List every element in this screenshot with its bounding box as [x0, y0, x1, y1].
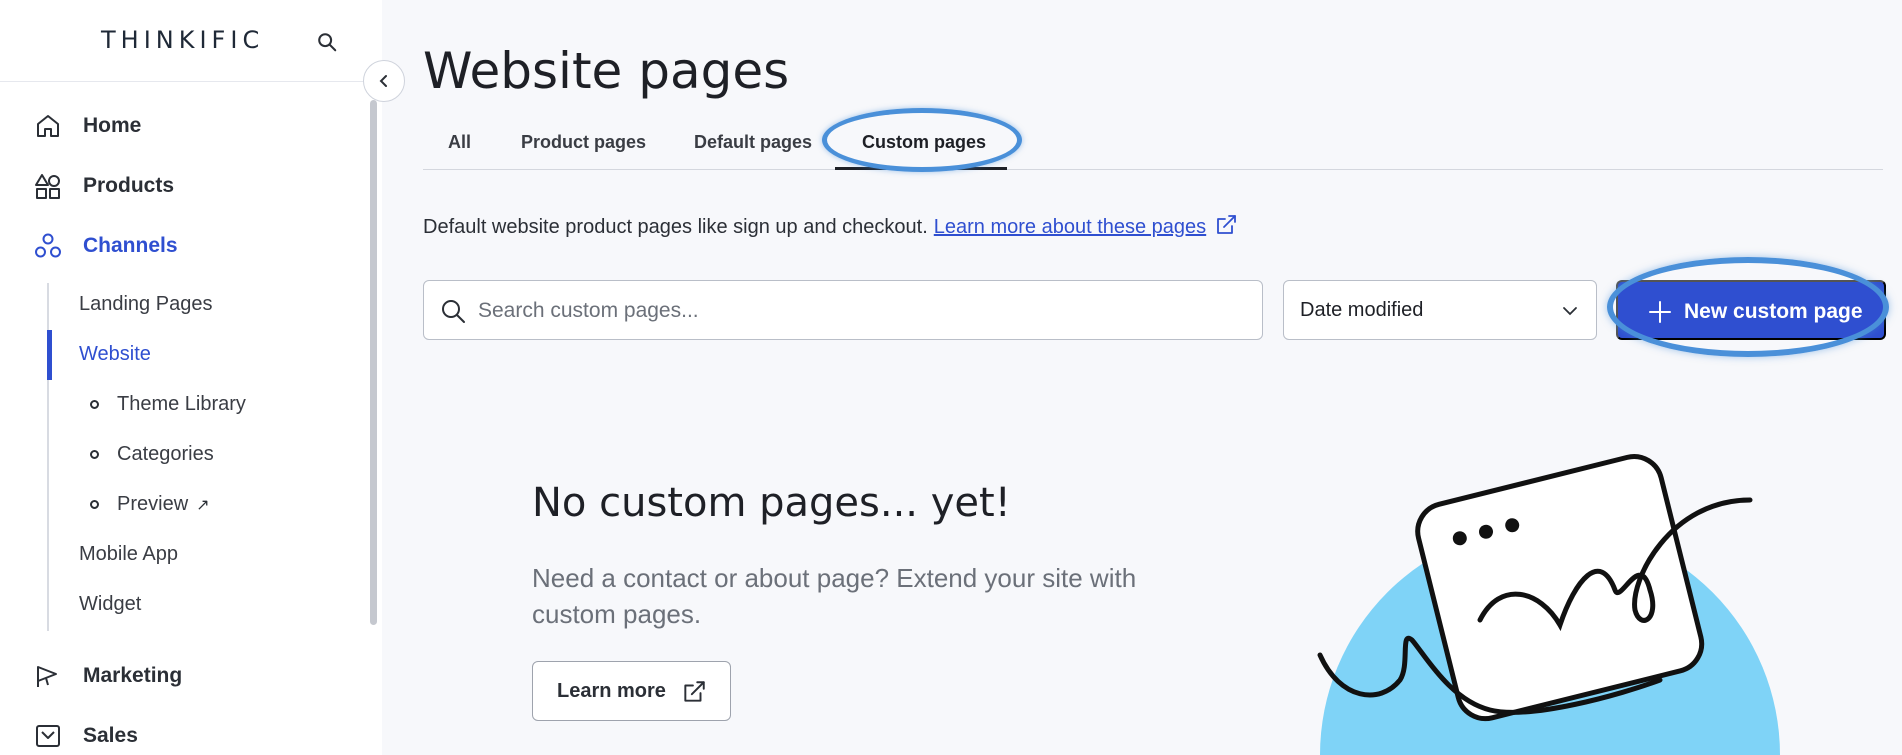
- external-link-icon[interactable]: [1214, 213, 1238, 237]
- learn-more-button[interactable]: Learn more: [532, 661, 731, 721]
- sales-icon: [36, 725, 60, 747]
- empty-state-text: Need a contact or about page? Extend you…: [532, 563, 1137, 629]
- highlight-ring: [1607, 257, 1889, 357]
- sort-select[interactable]: Date modified: [1283, 280, 1597, 340]
- nav-item-products[interactable]: Products: [0, 161, 360, 211]
- subnav-theme-library[interactable]: Theme Library: [90, 393, 246, 416]
- subnav-landing-pages[interactable]: Landing Pages: [79, 293, 212, 316]
- nav-label-home: Home: [83, 114, 142, 137]
- arrow-up-right-icon: ↗: [196, 496, 210, 514]
- subnav-active-indicator: [47, 330, 52, 380]
- nav-label-products: Products: [83, 174, 175, 197]
- empty-state-illustration: [1317, 454, 1780, 755]
- tabs: All Product pages Default pages Custom p…: [423, 120, 1883, 170]
- tab-product-pages[interactable]: Product pages: [521, 132, 646, 153]
- subnav-label: Categories: [117, 443, 214, 465]
- subnav-categories[interactable]: Categories: [90, 443, 214, 466]
- subnav-widget[interactable]: Widget: [79, 593, 141, 616]
- empty-state-title: No custom pages... yet!: [532, 480, 1011, 526]
- search-field[interactable]: [423, 280, 1263, 340]
- logo-bar: THINKIFIC: [0, 0, 382, 82]
- highlight-ring: [822, 108, 1022, 172]
- nav-label-channels: Channels: [83, 234, 178, 257]
- channels-icon: [35, 233, 61, 258]
- subnav-label: Theme Library: [117, 393, 246, 415]
- nav-item-channels[interactable]: Channels: [0, 221, 360, 271]
- megaphone-icon: [37, 666, 57, 687]
- page-title: Website pages: [423, 42, 790, 100]
- external-link-icon: [684, 681, 705, 702]
- tab-default-pages[interactable]: Default pages: [694, 132, 812, 153]
- description-text: Default website product pages like sign …: [423, 216, 928, 238]
- learn-more-link[interactable]: Learn more about these pages: [934, 216, 1206, 238]
- nav-item-sales[interactable]: Sales: [0, 711, 360, 755]
- sidebar: THINKIFIC Home Products Channels Landing…: [0, 0, 382, 755]
- thinkific-logo[interactable]: THINKIFIC: [101, 26, 264, 54]
- subnav-website[interactable]: Website: [79, 343, 151, 366]
- nav-item-marketing[interactable]: Marketing: [0, 651, 360, 701]
- sidebar-scrollbar[interactable]: [370, 100, 377, 625]
- subnav-mobile-app[interactable]: Mobile App: [79, 543, 178, 566]
- page-description: Default website product pages like sign …: [423, 213, 1238, 239]
- collapse-sidebar-button[interactable]: [363, 60, 405, 102]
- search-icon: [442, 300, 465, 323]
- bullet-icon: [90, 400, 99, 409]
- learn-more-label: Learn more: [557, 680, 666, 702]
- chevron-left-icon: [379, 75, 387, 87]
- sort-value: Date modified: [1300, 299, 1424, 321]
- bullet-icon: [90, 500, 99, 509]
- tab-all[interactable]: All: [448, 132, 471, 153]
- search-input[interactable]: [478, 295, 1238, 327]
- subnav-preview[interactable]: Preview ↗: [90, 493, 210, 516]
- chevron-down-icon: [1563, 307, 1577, 316]
- home-icon: [37, 115, 59, 137]
- subnav-label: Preview: [117, 493, 189, 515]
- search-icon[interactable]: [316, 31, 338, 53]
- bullet-icon: [90, 450, 99, 459]
- nav-item-home[interactable]: Home: [0, 101, 360, 151]
- nav-label-sales: Sales: [83, 724, 138, 747]
- shapes-icon: [35, 174, 60, 199]
- nav-label-marketing: Marketing: [83, 664, 183, 687]
